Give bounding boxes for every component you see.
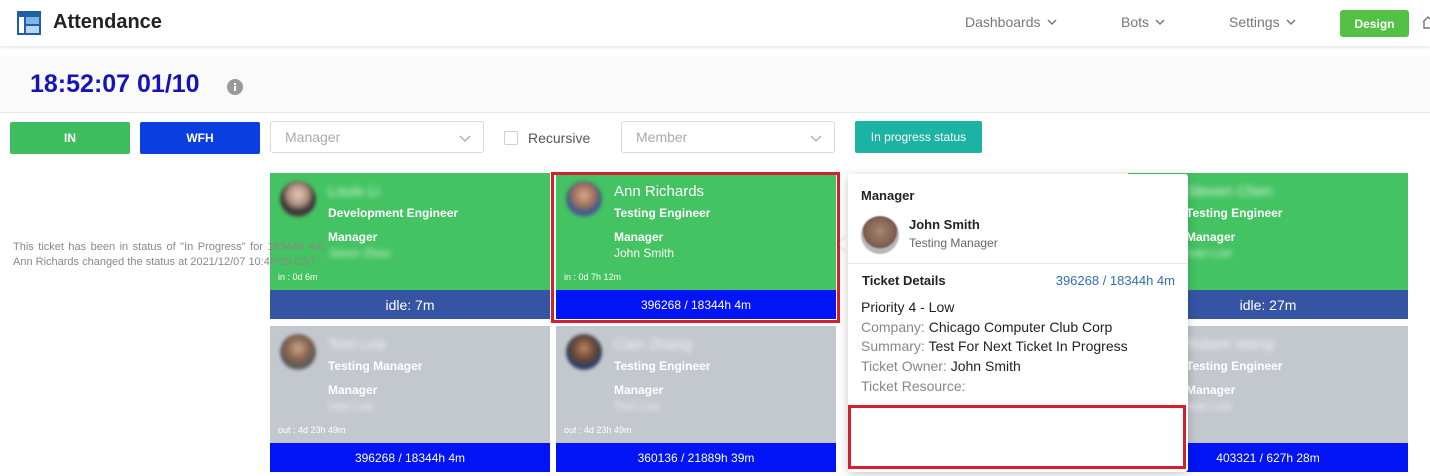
card-body: Tom Lee Testing Manager Manager Ivan Lee… bbox=[270, 326, 550, 443]
table-logo-icon bbox=[17, 11, 41, 35]
ticket-company: Company: Chicago Computer Club Corp bbox=[861, 319, 1112, 335]
chevron-down-icon bbox=[459, 135, 471, 142]
clock-bar bbox=[0, 56, 1430, 113]
ticket-company-value: Chicago Computer Club Corp bbox=[928, 319, 1113, 335]
manager-name: Ivan Lee bbox=[1186, 246, 1233, 260]
recursive-checkbox[interactable] bbox=[504, 131, 518, 145]
manager-name: Tom Lee bbox=[614, 399, 661, 413]
popover-manager-name: John Smith bbox=[909, 217, 980, 232]
design-button[interactable]: Design bbox=[1340, 10, 1409, 37]
card-body: Louis Li Development Engineer Manager Ja… bbox=[270, 173, 550, 290]
ticket-resource: Ticket Resource: bbox=[861, 378, 966, 394]
employee-role: Development Engineer bbox=[328, 206, 459, 220]
employee-role: Testing Engineer bbox=[1186, 359, 1283, 373]
nav-bots-label: Bots bbox=[1121, 14, 1150, 30]
manager-label: Manager bbox=[1186, 383, 1236, 397]
ticket-resource-key: Ticket Resource: bbox=[861, 378, 966, 394]
ticket-summary-value: Test For Next Ticket In Progress bbox=[928, 338, 1128, 354]
recursive-label[interactable]: Recursive bbox=[528, 130, 590, 146]
employee-role: Testing Engineer bbox=[614, 359, 711, 373]
chevron-down-icon bbox=[1046, 19, 1057, 26]
ticket-bar[interactable]: 396268 / 18344h 4m bbox=[270, 443, 550, 472]
ticket-owner: Ticket Owner: John Smith bbox=[861, 358, 1021, 374]
info-icon[interactable] bbox=[227, 79, 243, 95]
top-navbar: Attendance Dashboards Bots Settings Desi… bbox=[0, 0, 1430, 46]
ticket-link[interactable]: 396268 / 18344h 4m bbox=[1056, 273, 1175, 288]
ticket-priority: Priority 4 - Low bbox=[861, 299, 955, 315]
in-button[interactable]: IN bbox=[10, 122, 130, 154]
status-bar[interactable]: idle: 7m bbox=[270, 290, 550, 319]
in-progress-status-button[interactable]: In progress status bbox=[855, 121, 982, 153]
popover-manager-role: Testing Manager bbox=[909, 236, 998, 250]
avatar bbox=[861, 216, 899, 254]
time-since: in : 0d 6m bbox=[278, 272, 318, 282]
divider bbox=[848, 263, 1188, 264]
clock-display: 18:52:07 01/10 bbox=[30, 70, 200, 98]
nav-settings[interactable]: Settings bbox=[1229, 14, 1296, 30]
highlight-outline bbox=[848, 405, 1186, 469]
chevron-down-icon bbox=[810, 135, 822, 142]
manager-select[interactable]: Manager bbox=[270, 121, 484, 153]
nav-dashboards[interactable]: Dashboards bbox=[965, 14, 1057, 30]
manager-name: Ivan Lee bbox=[328, 399, 375, 413]
ticket-owner-value: John Smith bbox=[950, 358, 1021, 374]
time-since: out : 4d 23h 49m bbox=[564, 425, 632, 435]
ticket-summary-key: Summary: bbox=[861, 338, 925, 354]
manager-name: Ivan Lee bbox=[1186, 399, 1233, 413]
manager-label: Manager bbox=[1186, 230, 1236, 244]
member-select[interactable]: Member bbox=[621, 121, 835, 153]
popover-title: Manager bbox=[861, 188, 915, 203]
employee-card[interactable]: Tom Lee Testing Manager Manager Ivan Lee… bbox=[270, 326, 550, 472]
app-title: Attendance bbox=[53, 11, 162, 33]
ticket-company-key: Company: bbox=[861, 319, 925, 335]
avatar bbox=[566, 334, 602, 370]
nav-settings-label: Settings bbox=[1229, 14, 1280, 30]
employee-name: Cain Zhang bbox=[614, 336, 692, 353]
highlight-outline bbox=[551, 172, 840, 323]
employee-role: Testing Manager bbox=[328, 359, 423, 373]
avatar bbox=[280, 181, 316, 217]
card-body: Cain Zhang Testing Engineer Manager Tom … bbox=[556, 326, 836, 443]
ticket-details-title: Ticket Details bbox=[862, 273, 946, 288]
chevron-down-icon bbox=[1286, 19, 1296, 26]
employee-name: Louis Li bbox=[328, 183, 380, 200]
employee-card[interactable]: Cain Zhang Testing Engineer Manager Tom … bbox=[556, 326, 836, 472]
manager-label: Manager bbox=[614, 383, 664, 397]
home-icon[interactable] bbox=[1422, 15, 1430, 29]
manager-name: Jason Zhao bbox=[328, 246, 391, 260]
manager-label: Manager bbox=[328, 383, 378, 397]
manager-select-placeholder: Manager bbox=[285, 129, 341, 145]
employee-name: Tom Lee bbox=[328, 336, 386, 353]
employee-name: Steven Chen bbox=[1186, 183, 1273, 200]
ticket-summary: Summary: Test For Next Ticket In Progres… bbox=[861, 338, 1128, 354]
member-select-placeholder: Member bbox=[636, 129, 688, 145]
ticket-status-note: This ticket has been in status of "In Pr… bbox=[13, 241, 327, 268]
wfh-button[interactable]: WFH bbox=[140, 122, 260, 154]
avatar bbox=[280, 334, 316, 370]
time-since: out : 4d 23h 49m bbox=[278, 425, 346, 435]
ticket-owner-key: Ticket Owner: bbox=[861, 358, 947, 374]
chevron-down-icon bbox=[1155, 19, 1165, 26]
nav-dashboards-label: Dashboards bbox=[965, 14, 1041, 30]
employee-role: Testing Engineer bbox=[1186, 206, 1283, 220]
ticket-bar[interactable]: 360136 / 21889h 39m bbox=[556, 443, 836, 472]
nav-bots[interactable]: Bots bbox=[1121, 14, 1165, 30]
manager-label: Manager bbox=[328, 230, 378, 244]
employee-name: Robert Wang bbox=[1186, 336, 1274, 353]
